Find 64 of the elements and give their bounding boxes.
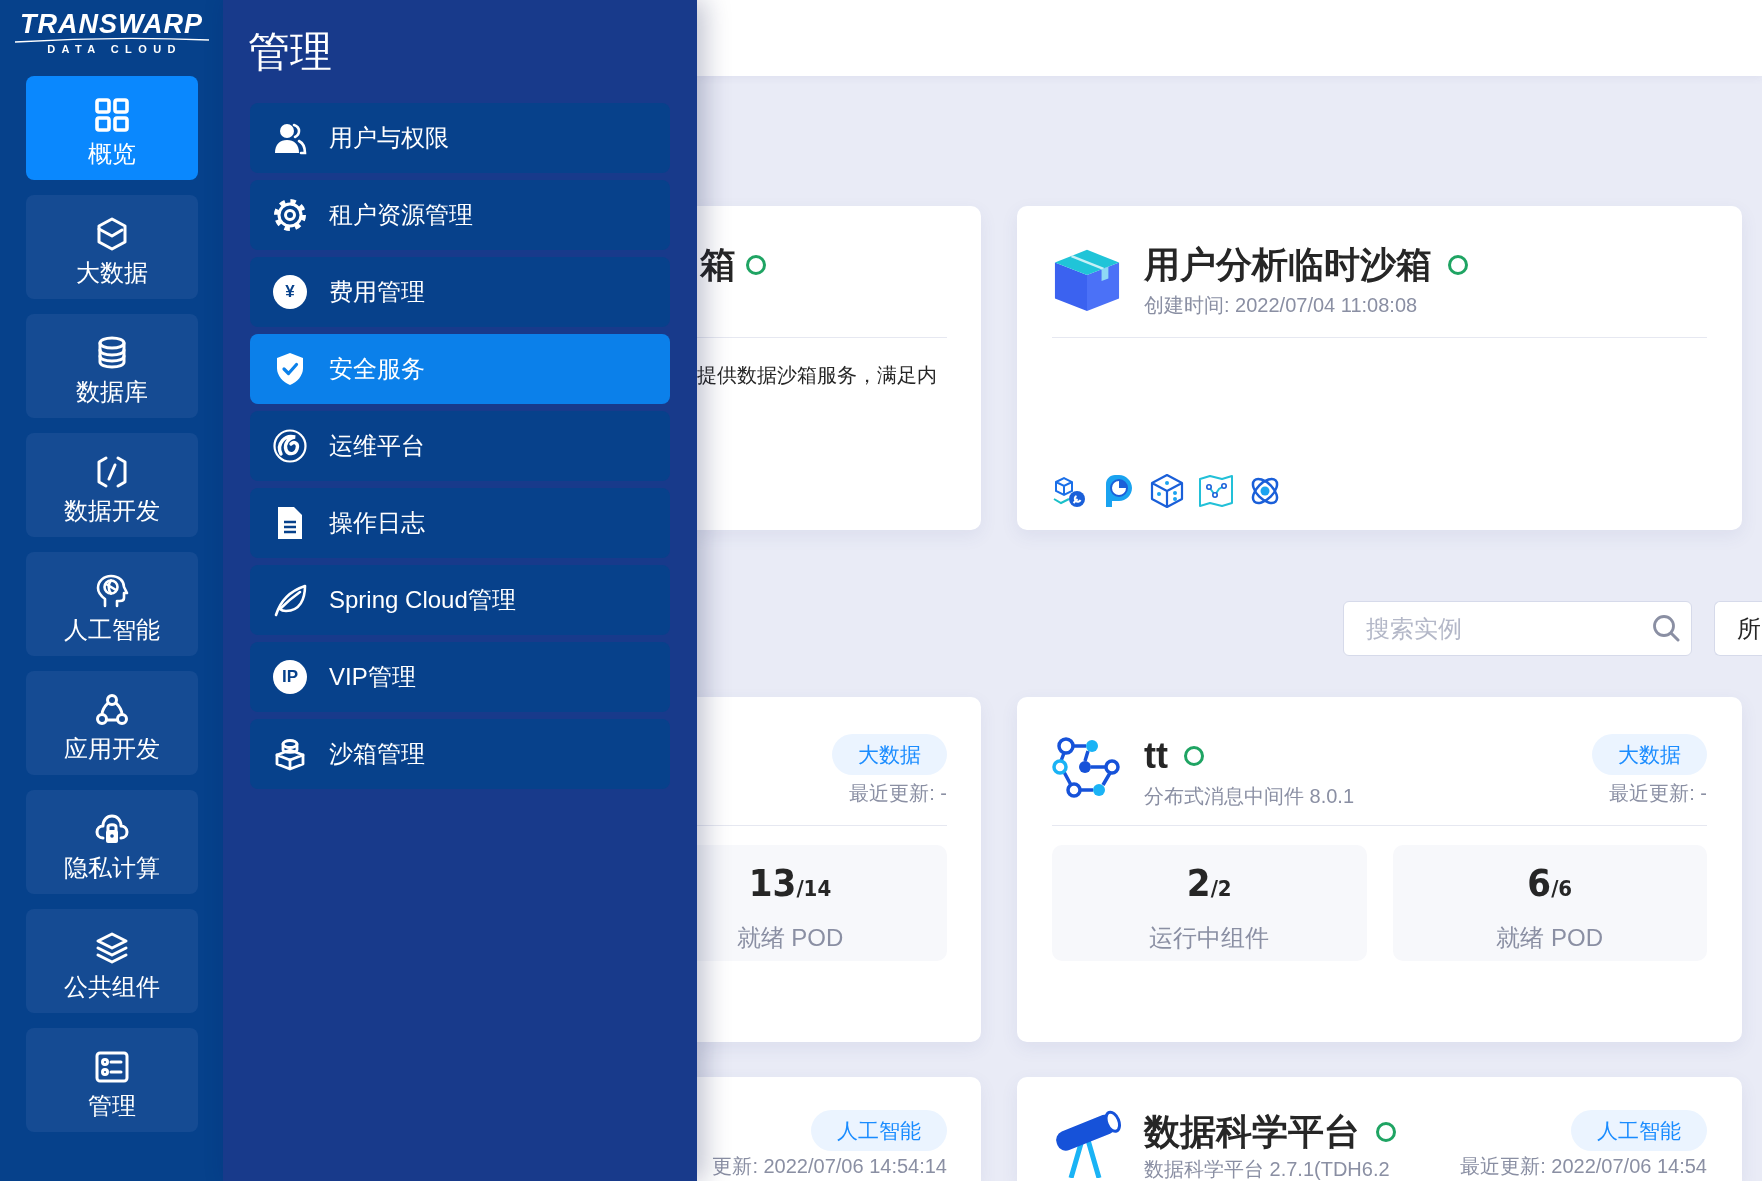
nav-item[interactable]: 公共组件: [25, 909, 198, 1013]
menu-item[interactable]: 运维平台: [250, 411, 670, 481]
ip-icon: IP: [273, 660, 307, 694]
search-icon: [1652, 614, 1680, 642]
swirl-icon: [273, 429, 307, 463]
logo-wordmark: TRANSWARP: [20, 11, 203, 37]
stat-count: 13/14: [748, 860, 832, 907]
nav-item[interactable]: 管理: [25, 1028, 198, 1132]
nav-item[interactable]: 隐私计算: [25, 790, 198, 894]
stat-count: 2/2: [1186, 860, 1232, 907]
instance-card[interactable]: 数据科学平台 数据科学平台 2.7.1(TDH6.2 人工智能 最近更新: 2022/07/06 14:54: [1017, 1077, 1742, 1181]
box-stack-icon: [273, 737, 307, 771]
nav-item[interactable]: 数据库: [25, 314, 198, 418]
sandbox-title: 用户分析临时沙箱: [1144, 243, 1432, 287]
settings-icon: [273, 198, 307, 232]
instance-card[interactable]: 大数据 最近更新: - 13/14 就绪 POD: [697, 697, 981, 1042]
menu-item[interactable]: 安全服务: [250, 334, 670, 404]
cube-wrench-icon: [1052, 474, 1086, 508]
menu-item[interactable]: 沙箱管理: [250, 719, 670, 789]
instance-version: 分布式消息中间件 8.0.1: [1144, 784, 1356, 808]
menu-item[interactable]: 租户资源管理: [250, 180, 670, 250]
menu-item[interactable]: ¥ 费用管理: [250, 257, 670, 327]
nav-item[interactable]: 应用开发: [25, 671, 198, 775]
nav-item[interactable]: 概览: [25, 76, 198, 180]
users-icon: [273, 121, 307, 155]
sandbox-description: 提供数据沙箱服务，满足内: [697, 363, 938, 388]
instance-version: 数据科学平台 2.7.1(TDH6.2: [1144, 1157, 1391, 1181]
category-tag: 大数据: [832, 734, 947, 775]
leaf-icon: [273, 583, 307, 617]
category-tag: 人工智能: [811, 1110, 947, 1151]
menu-item[interactable]: 操作日志: [250, 488, 670, 558]
nav-item[interactable]: 数据开发: [25, 433, 198, 537]
stat-label: 运行中组件: [1149, 923, 1270, 953]
search-field[interactable]: 搜索实例: [1343, 601, 1692, 656]
instance-title: 数据科学平台: [1144, 1110, 1360, 1154]
stat-label: 就绪 POD: [736, 923, 844, 953]
menu-item[interactable]: Spring Cloud管理: [250, 565, 670, 635]
updated-time: 最近更新: 2022/07/06 14:54: [1460, 1154, 1707, 1178]
created-time: 创建时间: 2022/07/04 11:08:08: [1144, 293, 1419, 317]
stat-count: 6/6: [1527, 860, 1573, 907]
sandbox-card[interactable]: 箱 提供数据沙箱服务，满足内: [697, 206, 981, 530]
category-tag: 人工智能: [1571, 1110, 1707, 1151]
logo-tagline: DATA CLOUD: [47, 43, 182, 56]
nav-item[interactable]: 人工智能: [25, 552, 198, 656]
yen-icon: ¥: [273, 275, 307, 309]
menu-item[interactable]: IP VIP管理: [250, 642, 670, 712]
instance-title: tt: [1144, 734, 1168, 778]
stat-label: 就绪 POD: [1496, 923, 1604, 953]
updated-time: 最近更新: -: [849, 781, 947, 805]
swoosh-icon: [13, 37, 210, 43]
category-tag: 大数据: [1592, 734, 1707, 775]
filter-select[interactable]: 所: [1714, 601, 1762, 656]
sandbox-card[interactable]: 用户分析临时沙箱 创建时间: 2022/07/04 11:08:08: [1017, 206, 1742, 530]
menu-item[interactable]: 用户与权限: [250, 103, 670, 173]
sandbox-title: 箱: [700, 243, 736, 287]
grid-icon: [93, 96, 130, 133]
updated-time: 最近更新: -: [1609, 781, 1707, 805]
panel-title: 管理: [248, 27, 332, 77]
dice-icon: [1150, 474, 1184, 508]
map-icon: [1199, 474, 1233, 508]
nav-item[interactable]: 大数据: [25, 195, 198, 299]
nodes-icon: [93, 691, 130, 728]
instance-card[interactable]: tt 分布式消息中间件 8.0.1 大数据 最近更新: - 2/2 运行中组件 6/6 就绪 POD: [1017, 697, 1742, 1042]
updated-time: 更新: 2022/07/06 14:54:14: [712, 1154, 947, 1178]
